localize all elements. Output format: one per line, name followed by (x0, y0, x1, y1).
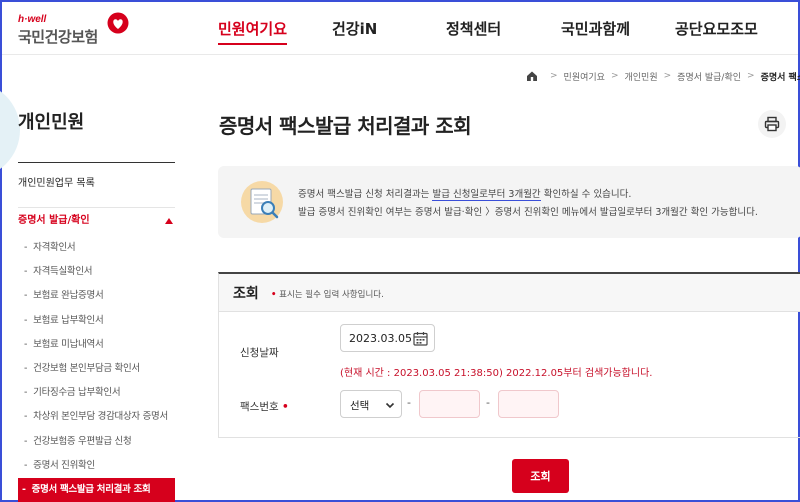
fax-middle-input[interactable] (419, 390, 480, 418)
sidebar-title: 개인민원 (18, 112, 85, 133)
calendar-icon[interactable] (413, 331, 428, 346)
header-divider (2, 54, 798, 55)
info-text-line2: 발급 증명서 진위확인 여부는 증명서 발급·확인 〉증명서 진위확인 메뉴에서… (298, 207, 758, 218)
breadcrumb-separator: > (663, 71, 672, 81)
sidebar-subitem-active[interactable]: - 증명서 팩스발급 처리결과 조회 (18, 477, 175, 502)
sidebar-submenu: - 자격확인서 - 자격득실확인서 - 보험료 완납증명서 - 보험료 납부확인서 -보… (18, 236, 175, 502)
document-search-icon (241, 181, 283, 223)
form-title: 조회 (233, 286, 259, 302)
sidebar-subitem[interactable]: - 기타징수금 납부확인서 (18, 381, 175, 405)
sidebar-subitem[interactable]: - 차상위 본인부담 경감대상자 증명서 (18, 405, 175, 429)
info-text-line1: 증명서 팩스발급 신청 처리결과는 발급 신청일로부터 3개월간 확인하실 수 … (298, 189, 632, 201)
page-title: 증명서 팩스발급 처리결과 조회 (219, 114, 472, 138)
global-nav: 민원여기요 건강iN 정책센터 국민과함께 공단요모조모 (202, 18, 800, 45)
fax-select-value: 선택 (350, 400, 370, 412)
sidebar-subitem[interactable]: - 건강보험증 우편발급 신청 (18, 430, 175, 454)
home-icon[interactable] (526, 70, 538, 82)
sidebar-subitem[interactable]: - 보험료 미납내역서 (18, 333, 175, 357)
logo-name: 국민건강보험 (18, 28, 98, 46)
breadcrumb-separator: > (610, 71, 619, 81)
breadcrumb: > 민원여기요 > 개인민원 > 증명서 발급/확인 > 증명서 팩스발 (526, 68, 800, 84)
sidebar-subitem[interactable]: - 보험료 납부확인서 (18, 309, 175, 333)
sidebar-subitem[interactable]: - 증명서 진위확인 (18, 454, 175, 478)
form-header: 조회 • 표시는 필수 입력 사항입니다. (219, 274, 800, 312)
sidebar-divider (18, 162, 175, 163)
sidebar-subitem[interactable]: - 자격득실확인서 (18, 260, 175, 284)
breadcrumb-current: 증명서 팩스발 (760, 72, 800, 83)
gnb-item-minwon[interactable]: 민원여기요 (218, 18, 288, 45)
fax-label: 팩스번호 • (240, 401, 289, 413)
breadcrumb-separator: > (550, 71, 558, 81)
date-value: 2023.03.05 (349, 332, 412, 345)
fax-separator: - (407, 396, 411, 409)
gnb-item-with-people[interactable]: 국민과함께 (561, 18, 630, 39)
required-note: • 표시는 필수 입력 사항입니다. (271, 290, 384, 300)
sidebar-item-label: 증명서 발급/확인 (18, 215, 90, 226)
sidebar-decoration (0, 82, 20, 178)
fax-last-input[interactable] (498, 390, 559, 418)
heart-logo-icon (107, 12, 129, 34)
required-marker: • (281, 401, 289, 413)
breadcrumb-item[interactable]: 증명서 발급/확인 (677, 70, 741, 83)
date-search-note: (현재 시간 : 2023.03.05 21:38:50) 2022.12.05… (340, 368, 653, 379)
printer-icon (764, 116, 780, 132)
sidebar-subitem[interactable]: - 보험료 완납증명서 (18, 284, 175, 308)
search-button[interactable]: 조회 (512, 459, 569, 493)
fax-separator: - (486, 396, 490, 409)
caret-up-icon (165, 218, 173, 224)
sidebar-item-certificates[interactable]: 증명서 발급/확인 (18, 208, 175, 236)
breadcrumb-separator: > (747, 71, 755, 81)
gnb-item-policy-center[interactable]: 정책센터 (446, 18, 501, 39)
gnb-item-health-in[interactable]: 건강iN (332, 18, 377, 39)
gnb-item-about[interactable]: 공단요모조모 (675, 18, 758, 39)
sidebar-item-task-list[interactable]: 개인민원업무 목록 (18, 174, 175, 208)
logo-tagline: h·well (18, 14, 47, 25)
breadcrumb-item[interactable]: 개인민원 (625, 70, 658, 83)
sidebar-subitem[interactable]: - 건강보험 본인부담금 확인서 (18, 357, 175, 381)
sidebar-subitem[interactable]: - 자격확인서 (18, 236, 175, 260)
breadcrumb-item[interactable]: 민원여기요 (564, 70, 605, 83)
site-logo[interactable]: h·well 국민건강보험 (18, 12, 129, 48)
info-box: 증명서 팩스발급 신청 처리결과는 발급 신청일로부터 3개월간 확인하실 수 … (218, 166, 800, 238)
print-button[interactable] (758, 110, 786, 138)
sidebar-menu: 개인민원업무 목록 증명서 발급/확인 - 자격확인서 - 자격득실확인서 - 보험료… (18, 174, 175, 502)
date-label: 신청날짜 (240, 347, 279, 359)
fax-prefix-select[interactable]: 선택 (340, 390, 402, 418)
chevron-down-icon (385, 402, 395, 409)
date-field[interactable]: 2023.03.05 (340, 324, 435, 352)
